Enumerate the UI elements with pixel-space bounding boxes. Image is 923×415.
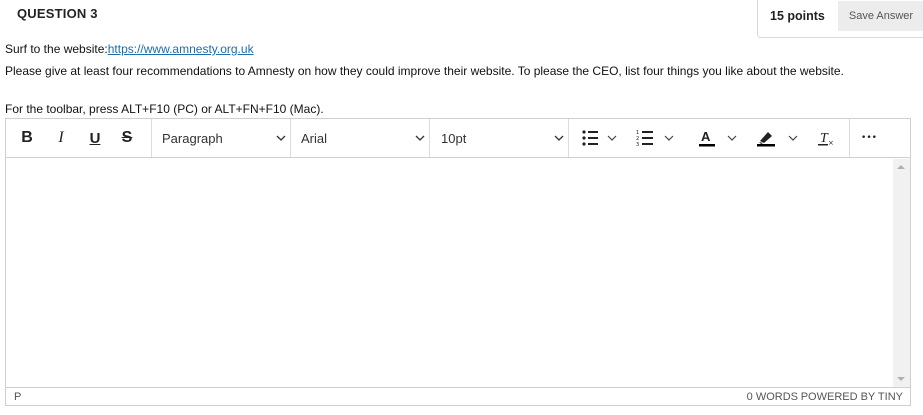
highlight-button[interactable] [752, 125, 806, 151]
more-button[interactable]: ••• [854, 125, 884, 151]
block-format-value: Paragraph [162, 130, 223, 146]
bullet-list-button[interactable] [574, 125, 626, 151]
strikethrough-button[interactable]: S [114, 125, 140, 151]
clear-formatting-button[interactable]: T × [810, 125, 840, 151]
svg-text:×: × [828, 139, 834, 147]
italic-button[interactable]: I [48, 125, 74, 151]
toolbar-divider [568, 119, 569, 157]
toolbar-divider [849, 119, 850, 157]
question-body: Please give at least four recommendation… [5, 64, 844, 78]
font-family-value: Arial [301, 130, 328, 146]
scroll-up-icon[interactable] [897, 165, 905, 169]
surf-instruction: Surf to the website:https://www.amnesty.… [5, 42, 254, 56]
website-link[interactable]: https://www.amnesty.org.uk [108, 42, 254, 56]
underline-icon: U [89, 129, 101, 147]
scroll-down-icon[interactable] [897, 377, 905, 381]
powered-by-link[interactable]: POWERED BY TINY [801, 391, 903, 403]
editor-toolbar: B I U S Paragraph Arial 10pt 1 2 3 A T ×… [6, 119, 910, 158]
more-icon: ••• [861, 133, 877, 143]
rich-text-editor: B I U S Paragraph Arial 10pt 1 2 3 A T ×… [5, 118, 911, 406]
font-family-dropdown[interactable]: Arial [291, 125, 429, 151]
word-count[interactable]: 0 WORDS [747, 391, 798, 403]
points-panel: 15 points Save Answer [757, 0, 923, 38]
svg-text:A: A [701, 129, 711, 144]
highlight-icon [757, 132, 798, 147]
block-format-dropdown[interactable]: Paragraph [152, 125, 290, 151]
text-color-icon: A [699, 129, 737, 147]
toolbar-hint: For the toolbar, press ALT+F10 (PC) or A… [5, 102, 324, 116]
chevron-down-icon [276, 135, 286, 141]
bold-button[interactable]: B [14, 125, 40, 151]
bullet-list-icon [582, 130, 617, 146]
question-title: QUESTION 3 [17, 6, 98, 21]
italic-icon: I [58, 129, 64, 146]
element-path[interactable]: P [14, 391, 21, 403]
text-color-button[interactable]: A [694, 125, 746, 151]
editor-statusbar: P 0 WORDS POWERED BY TINY [6, 387, 910, 405]
underline-button[interactable]: U [82, 125, 108, 151]
clear-formatting-icon: T × [818, 131, 834, 147]
points-label: 15 points [770, 9, 825, 23]
chevron-down-icon [554, 135, 564, 141]
font-size-dropdown[interactable]: 10pt [430, 125, 568, 151]
surf-prefix: Surf to the website: [5, 42, 108, 56]
editor-content-area[interactable] [6, 159, 892, 387]
save-answer-button[interactable]: Save Answer [838, 1, 923, 31]
svg-text:3: 3 [636, 142, 639, 147]
font-size-value: 10pt [441, 130, 467, 146]
numbered-list-icon: 1 2 3 [636, 130, 674, 147]
chevron-down-icon [415, 135, 425, 141]
numbered-list-button[interactable]: 1 2 3 [630, 125, 686, 151]
bold-icon: B [21, 129, 33, 146]
strikethrough-icon: S [121, 129, 133, 146]
editor-scrollbar[interactable] [893, 159, 910, 387]
